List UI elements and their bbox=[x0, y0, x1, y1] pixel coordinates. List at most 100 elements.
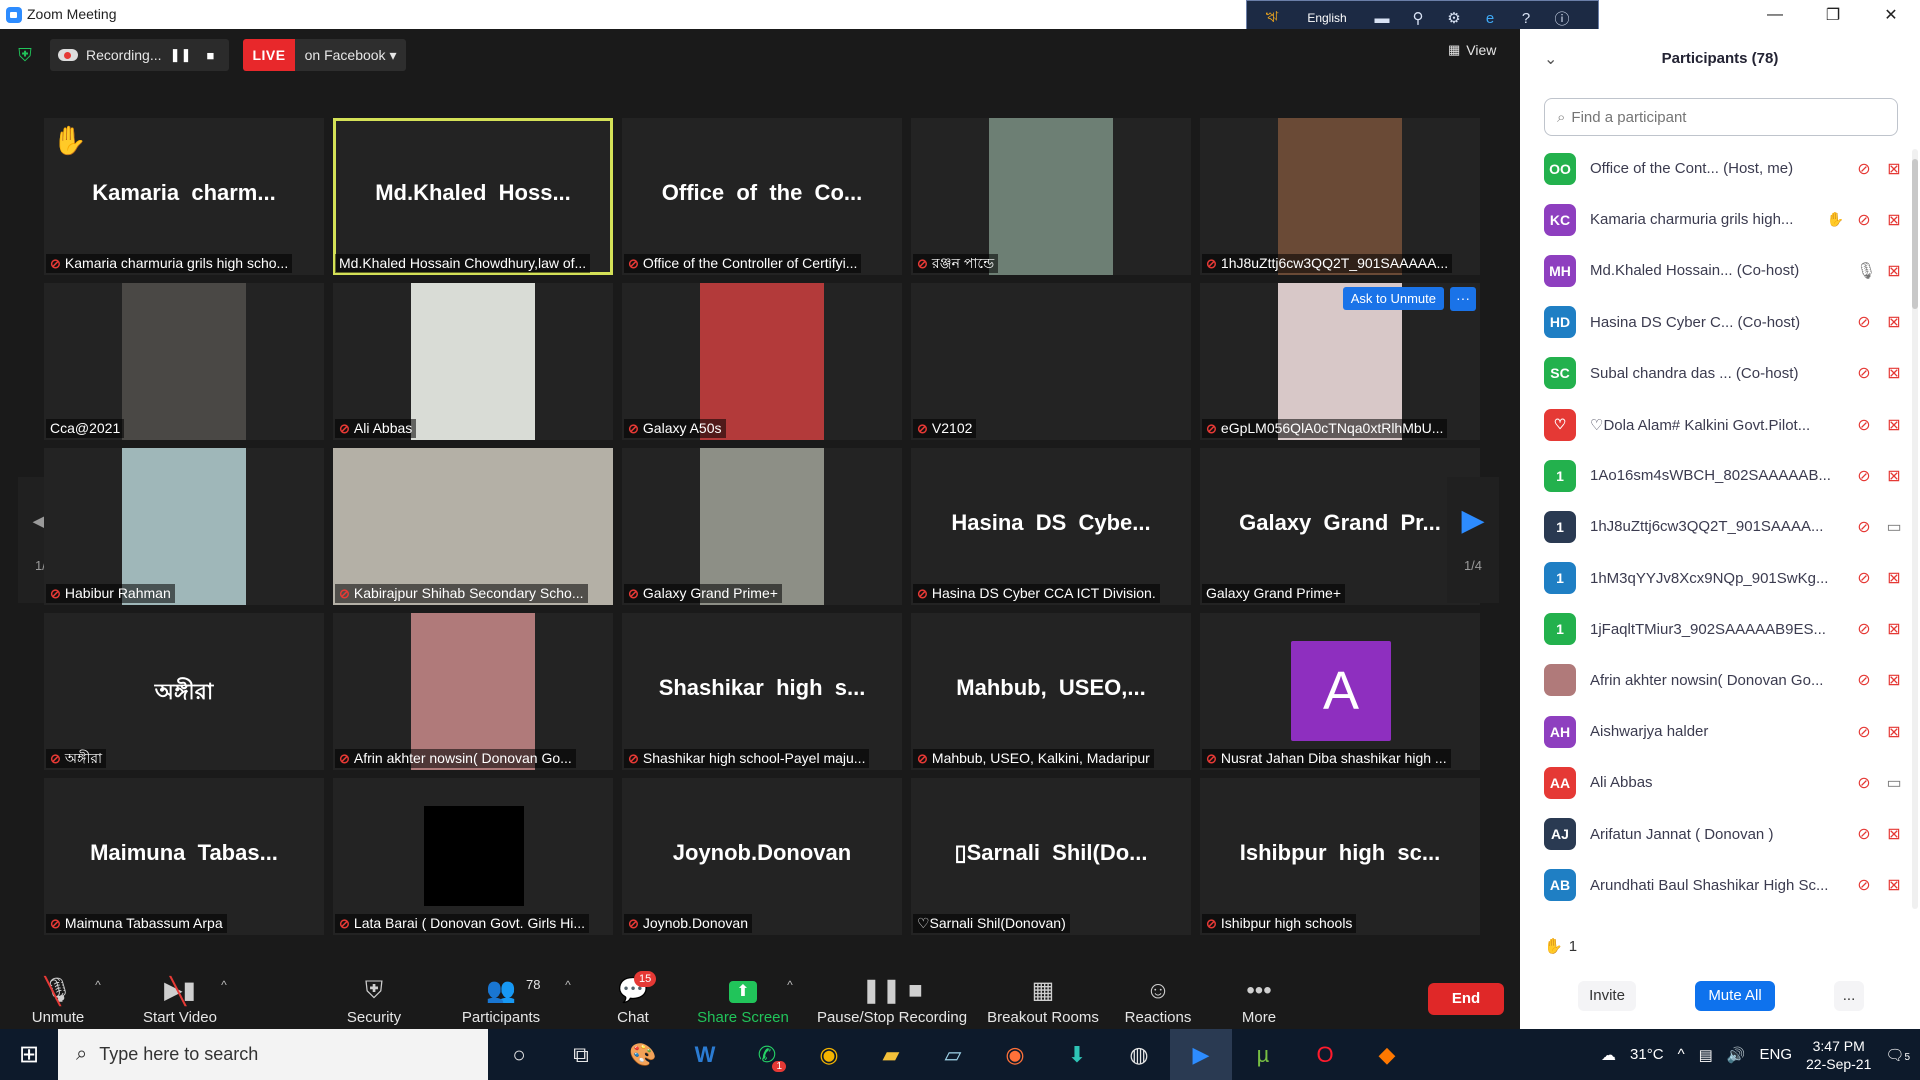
notification-icon[interactable]: 🗨5 bbox=[1885, 1046, 1910, 1064]
mic-muted-icon[interactable]: ⊘ bbox=[1856, 415, 1872, 435]
help-icon[interactable]: ? bbox=[1515, 7, 1537, 29]
taskbar-app-whatsapp[interactable]: ✆ 1 bbox=[736, 1029, 798, 1080]
video-tile[interactable]: ⊘ Ali Abbas bbox=[333, 283, 613, 440]
close-button[interactable]: ✕ bbox=[1862, 0, 1920, 29]
video-tile[interactable]: Office of the Co... ⊘ Office of the Contro… bbox=[622, 118, 902, 275]
participants-button[interactable]: 👥 78 Participants bbox=[458, 966, 544, 1030]
pause-stop-recording-button[interactable]: ❚❚ ■ Pause/Stop Recording bbox=[814, 966, 970, 1030]
participant-row[interactable]: AA Ali Abbas ⊘ ▭ bbox=[1520, 757, 1904, 808]
mic-muted-icon[interactable]: ⊘ bbox=[1856, 619, 1872, 639]
participant-row[interactable]: AJ Arifatun Jannat ( Donovan ) ⊘ ⊠ bbox=[1520, 808, 1904, 859]
keyboard-logo-icon[interactable]: ঋ bbox=[1261, 7, 1283, 29]
mic-muted-icon[interactable]: ⊘ bbox=[1856, 670, 1872, 690]
video-tile[interactable]: Ask to Unmute ··· ⊘ eGpLM056QlA0cTNqa0xtRlh… bbox=[1200, 283, 1480, 440]
more-button[interactable]: ••• More bbox=[1238, 966, 1280, 1030]
taskbar-search-box[interactable]: ⌕ Type here to search bbox=[58, 1029, 488, 1080]
video-tile[interactable]: ⊘ Afrin akhter nowsin( Donovan Go... bbox=[333, 613, 613, 770]
video-tile[interactable]: Joynob.Donovan ⊘ Joynob.Donovan bbox=[622, 778, 902, 935]
info-icon[interactable]: ⓘ bbox=[1551, 7, 1573, 29]
browser-icon[interactable]: e bbox=[1479, 7, 1501, 29]
participant-list-scrollbar[interactable] bbox=[1912, 149, 1918, 909]
settings-icon[interactable]: ⚙ bbox=[1443, 7, 1465, 29]
participant-row[interactable]: AH Aishwarjya halder ⊘ ⊠ bbox=[1520, 706, 1904, 757]
participant-row[interactable]: 1 1Ao16sm4sWBCH_802SAAAAAB... ⊘ ⊠ bbox=[1520, 450, 1904, 501]
mic-muted-icon[interactable]: ⊘ bbox=[1856, 568, 1872, 588]
stop-recording-button[interactable]: ■ bbox=[199, 48, 221, 63]
mic-muted-icon[interactable]: ⊘ bbox=[1856, 363, 1872, 383]
share-options-caret[interactable]: ^ bbox=[782, 966, 798, 1030]
video-tile[interactable]: ⊘ Kabirajpur Shihab Secondary Scho... bbox=[333, 448, 613, 605]
scrollbar-thumb[interactable] bbox=[1912, 159, 1918, 309]
participant-row[interactable]: ♡ ♡Dola Alam# Kalkini Govt.Pilot... ⊘ ⊠ bbox=[1520, 399, 1904, 450]
tray-overflow-icon[interactable]: ^ bbox=[1678, 1046, 1685, 1063]
taskbar-app-opera[interactable]: O bbox=[1294, 1029, 1356, 1080]
taskbar-app-notes[interactable]: ▱ bbox=[922, 1029, 984, 1080]
video-tile[interactable]: A ⊘ Nusrat Jahan Diba shashikar high ... bbox=[1200, 613, 1480, 770]
keyboard-icon[interactable]: ▬ bbox=[1371, 7, 1393, 29]
mic-muted-icon[interactable]: ⊘ bbox=[1856, 773, 1872, 793]
participant-row[interactable]: HD Hasina DS Cyber C... (Co-host) ⊘ ⊠ bbox=[1520, 297, 1904, 348]
video-tile[interactable]: Shashikar high s... ⊘ Shashikar high schoo… bbox=[622, 613, 902, 770]
cortana-button[interactable]: ○ bbox=[488, 1029, 550, 1080]
taskbar-app-utorrent[interactable]: µ bbox=[1232, 1029, 1294, 1080]
language-selector[interactable]: English bbox=[1297, 11, 1357, 25]
mic-muted-icon[interactable]: ⊘ bbox=[1856, 875, 1872, 895]
mic-muted-icon[interactable]: ⊘ bbox=[1856, 159, 1872, 179]
start-video-button[interactable]: ▶▮ ╲ Start Video bbox=[134, 966, 226, 1030]
video-tile[interactable]: Cca@2021 bbox=[44, 283, 324, 440]
ask-to-unmute-button[interactable]: Ask to Unmute bbox=[1342, 287, 1444, 310]
restore-button[interactable]: ❐ bbox=[1804, 0, 1862, 29]
taskbar-app-zoom[interactable]: ▶ bbox=[1170, 1029, 1232, 1080]
video-tile[interactable]: ⊘ রঞ্জন পান্ডে bbox=[911, 118, 1191, 275]
unmute-button[interactable]: 🎙 ╲ Unmute bbox=[26, 966, 90, 1030]
network-icon[interactable]: ▤ bbox=[1699, 1046, 1713, 1064]
video-tile[interactable]: Hasina DS Cybe... ⊘ Hasina DS Cyber CCA IC… bbox=[911, 448, 1191, 605]
taskbar-app-word[interactable]: W bbox=[674, 1029, 736, 1080]
mute-all-button[interactable]: Mute All bbox=[1695, 981, 1775, 1011]
participant-row[interactable]: 1 1hJ8uZttj6cw3QQ2T_901SAAAA... ⊘ ▭ bbox=[1520, 501, 1904, 552]
mic-muted-icon[interactable]: ⊘ bbox=[1856, 466, 1872, 486]
next-page-button[interactable]: ▶ 1/4 bbox=[1447, 477, 1499, 603]
participant-row[interactable]: MH Md.Khaled Hossain... (Co-host) 🎙 ⊠ bbox=[1520, 245, 1904, 296]
participants-options-caret[interactable]: ^ bbox=[560, 966, 576, 1030]
security-shield-icon[interactable]: ⛨ bbox=[14, 44, 36, 66]
view-button[interactable]: ▦ View bbox=[1448, 42, 1496, 58]
participant-row[interactable]: KC Kamaria charmuria grils high... ✋ ⊘ ⊠ bbox=[1520, 194, 1904, 245]
participant-row[interactable]: OO Office of the Cont... (Host, me) ⊘ ⊠ bbox=[1520, 143, 1904, 194]
participant-row[interactable]: 1 1jFaqltTMiur3_902SAAAAAB9ES... ⊘ ⊠ bbox=[1520, 604, 1904, 655]
taskbar-app-installer[interactable]: ⬇ bbox=[1046, 1029, 1108, 1080]
participant-search-input[interactable] bbox=[1571, 108, 1872, 126]
participant-row[interactable]: AB Arundhati Baul Shashikar High Sc... ⊘ ⊠ bbox=[1520, 860, 1904, 911]
video-tile[interactable]: ⊘ Galaxy A50s bbox=[622, 283, 902, 440]
task-view-button[interactable]: ⧉ bbox=[550, 1029, 612, 1080]
mic-muted-icon[interactable]: ⊘ bbox=[1856, 824, 1872, 844]
video-tile[interactable]: Kamaria charm... ✋ ⊘ Kamaria charmuria gril… bbox=[44, 118, 324, 275]
live-target-dropdown[interactable]: on Facebook ▾ bbox=[294, 39, 407, 71]
security-button[interactable]: ⛨ Security bbox=[342, 966, 406, 1030]
video-options-caret[interactable]: ^ bbox=[216, 966, 232, 1030]
taskbar-app-avast[interactable]: ◆ bbox=[1356, 1029, 1418, 1080]
video-tile[interactable]: ⊘ Lata Barai ( Donovan Govt. Girls Hi... bbox=[333, 778, 613, 935]
minimize-button[interactable]: — bbox=[1746, 0, 1804, 29]
input-language[interactable]: ENG bbox=[1759, 1046, 1792, 1063]
reactions-button[interactable]: ☺ Reactions bbox=[1124, 966, 1192, 1030]
mic-on-icon[interactable]: 🎙 bbox=[1856, 261, 1876, 281]
pause-recording-button[interactable]: ❚❚ bbox=[169, 47, 192, 63]
taskbar-app-paint[interactable]: 🎨 bbox=[612, 1029, 674, 1080]
taskbar-app-firefox[interactable]: ◉ bbox=[984, 1029, 1046, 1080]
mic-muted-icon[interactable]: ⊘ bbox=[1856, 722, 1872, 742]
video-tile[interactable]: ⊘ Galaxy Grand Prime+ bbox=[622, 448, 902, 605]
chat-button[interactable]: 💬 15 Chat bbox=[612, 966, 657, 1030]
start-button[interactable]: ⊞ bbox=[0, 1029, 58, 1080]
share-screen-button[interactable]: ⬆ Share Screen bbox=[696, 966, 790, 1030]
end-meeting-button[interactable]: End bbox=[1428, 983, 1504, 1015]
video-tile[interactable]: Maimuna Tabas... ⊘ Maimuna Tabassum Arpa bbox=[44, 778, 324, 935]
mic-muted-icon[interactable]: ⊘ bbox=[1856, 517, 1872, 537]
video-tile[interactable]: Ishibpur high sc... ⊘ Ishibpur high school… bbox=[1200, 778, 1480, 935]
video-tile[interactable]: Galaxy Grand Pr... Galaxy Grand Prime+ bbox=[1200, 448, 1480, 605]
mic-muted-icon[interactable]: ⊘ bbox=[1856, 210, 1872, 230]
participant-row[interactable]: 1 1hM3qYYJv8Xcx9NQp_901SwKg... ⊘ ⊠ bbox=[1520, 553, 1904, 604]
taskbar-app-obs[interactable]: ◍ bbox=[1108, 1029, 1170, 1080]
audio-options-caret[interactable]: ^ bbox=[90, 966, 106, 1030]
video-tile[interactable]: Md.Khaled Hoss... Md.Khaled Hossain Chowd… bbox=[333, 118, 613, 275]
